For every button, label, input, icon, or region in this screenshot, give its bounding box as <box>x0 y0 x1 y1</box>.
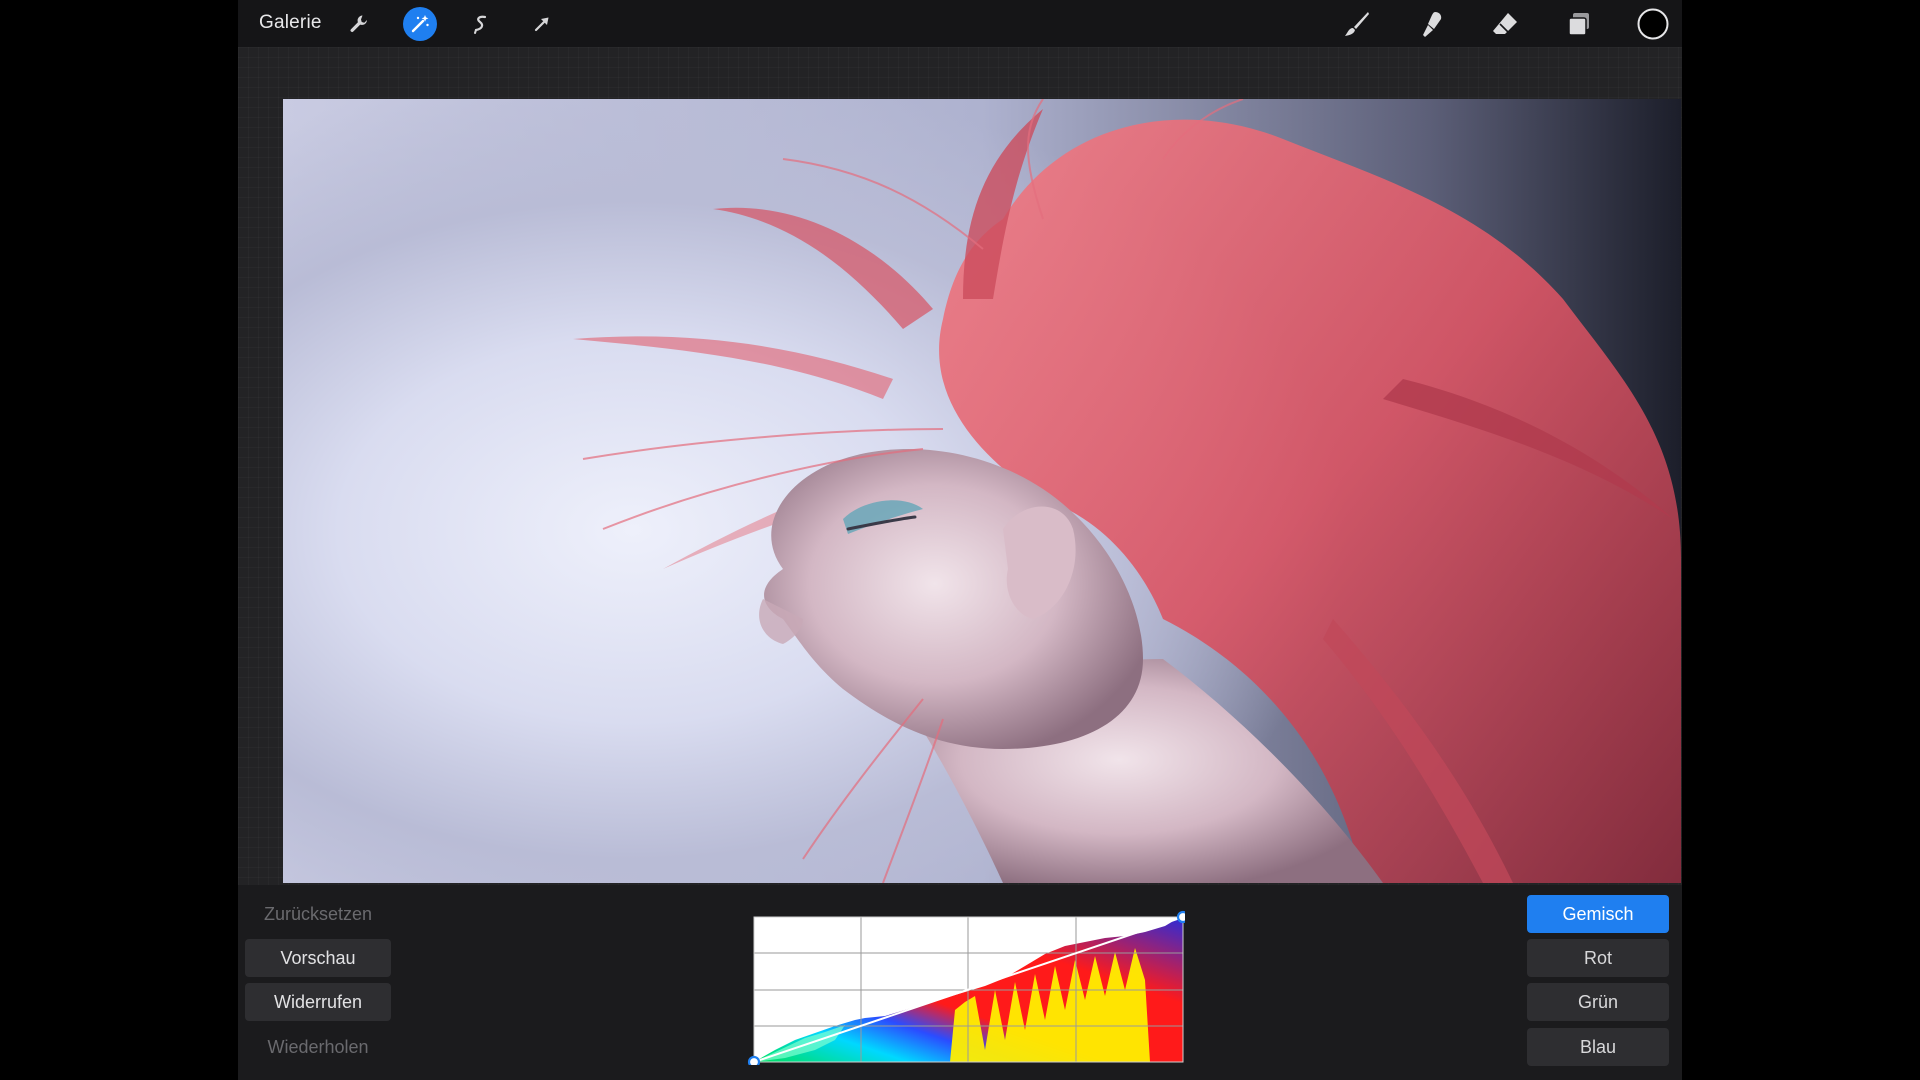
wrench-icon[interactable] <box>342 7 376 41</box>
photo-canvas[interactable] <box>283 99 1681 883</box>
redo-button[interactable]: Wiederholen <box>245 1028 391 1066</box>
gallery-button[interactable]: Galerie <box>259 12 322 34</box>
curves-panel: Zurücksetzen Vorschau Widerrufen Wiederh… <box>238 885 1682 1080</box>
curve-point-start[interactable] <box>747 1055 761 1069</box>
magic-wand-icon[interactable] <box>403 7 437 41</box>
smudge-icon[interactable] <box>1414 7 1448 41</box>
undo-button[interactable]: Widerrufen <box>245 983 391 1021</box>
reset-button[interactable]: Zurücksetzen <box>245 895 391 933</box>
channel-composite-button[interactable]: Gemisch <box>1527 895 1669 933</box>
channel-red-button[interactable]: Rot <box>1527 939 1669 977</box>
brush-icon[interactable] <box>1340 7 1374 41</box>
color-swatch-icon[interactable] <box>1636 7 1670 41</box>
procreate-app: Galerie Zurücksetzen Vorschau Widerrufen… <box>238 0 1682 1080</box>
canvas-area[interactable] <box>238 47 1682 885</box>
top-toolbar: Galerie <box>238 0 1682 47</box>
channel-blue-button[interactable]: Blau <box>1527 1028 1669 1066</box>
curves-graph[interactable] <box>745 900 1190 1069</box>
curve-point-end[interactable] <box>1176 910 1190 924</box>
eraser-icon[interactable] <box>1488 7 1522 41</box>
layers-icon[interactable] <box>1562 7 1596 41</box>
preview-button[interactable]: Vorschau <box>245 939 391 977</box>
selection-icon[interactable] <box>464 7 498 41</box>
transform-arrow-icon[interactable] <box>525 7 559 41</box>
channel-green-button[interactable]: Grün <box>1527 983 1669 1021</box>
